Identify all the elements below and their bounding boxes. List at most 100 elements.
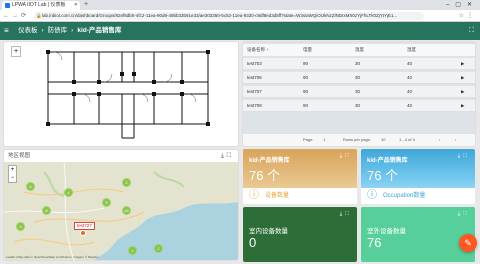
- device-table-widget: 设备名称 ↑ 电量 温度 湿度 test703 90 30 40 ▶ test7…: [243, 42, 475, 146]
- breadcrumb-item[interactable]: 仪表板: [18, 27, 38, 34]
- marker-label: test727: [74, 222, 95, 230]
- breadcrumb: 仪表板 › 防债库 › kid-产品销售库: [18, 22, 121, 40]
- page-range: 1 - 4 of 4: [399, 137, 415, 142]
- outdoor-devices-card[interactable]: ⤓⛶ 室外设备数量 76: [361, 207, 475, 262]
- cell-temp: 30: [355, 89, 361, 94]
- table-row[interactable]: test703 90 30 40 ▶: [243, 58, 475, 70]
- map-marker-icon[interactable]: [80, 230, 86, 236]
- map-cluster[interactable]: 4: [128, 246, 137, 255]
- breadcrumb-separator-icon: ›: [71, 27, 74, 34]
- map-cluster[interactable]: 16: [122, 206, 131, 215]
- browser-tab-strip: LPWA IIOT Lab | 仪表板 ✕ + –▢✕: [0, 0, 480, 10]
- tab-title: LPWA IIOT Lab | 仪表板: [12, 2, 66, 8]
- table-header: 设备名称 ↑ 电量 温度 湿度: [243, 44, 475, 56]
- map-widget-actions[interactable]: ⤓⛶: [221, 150, 234, 162]
- app-header: ≡ 仪表板 › 防债库 › kid-产品销售库 ⛶: [0, 22, 480, 40]
- card-value: 0: [249, 235, 257, 250]
- map-cluster[interactable]: 2: [154, 244, 163, 253]
- row-arrow-icon[interactable]: ▶: [461, 72, 464, 84]
- column-header[interactable]: 温度: [355, 44, 364, 56]
- cell-temp: 30: [355, 61, 361, 66]
- occupation-count-card[interactable]: kid-产品销售库 ⤓⛶ 76 个 ⓘ Occupation数量: [361, 149, 475, 204]
- info-icon: ⓘ: [249, 190, 259, 201]
- breadcrumb-current: kid-产品销售库: [77, 27, 122, 34]
- window-controls[interactable]: –▢✕: [446, 0, 478, 10]
- map-cluster[interactable]: 8: [42, 206, 51, 215]
- cell-name: test703: [247, 61, 262, 66]
- map-cluster[interactable]: 9: [102, 198, 111, 207]
- breadcrumb-separator-icon: ›: [41, 27, 44, 34]
- map-view[interactable]: + − 2 6 4 9 8 16 3 2 4 test727 Leaflet | …: [4, 162, 238, 260]
- cell-name: test708: [247, 103, 262, 108]
- floor-plan-widget: +: [4, 42, 238, 146]
- card-actions[interactable]: ⤓⛶: [458, 153, 470, 160]
- cell-humidity: 40: [407, 61, 413, 66]
- fullscreen-icon[interactable]: ⛶: [469, 22, 474, 40]
- table-row[interactable]: test707 90 30 40 ▶: [243, 86, 475, 98]
- map-header: 地区视图 ⤓⛶: [4, 150, 238, 162]
- column-header[interactable]: 电量: [303, 44, 312, 56]
- card-footer: ⓘ Occupation数量: [361, 188, 475, 204]
- column-header[interactable]: 设备名称 ↑: [247, 44, 269, 56]
- map-tiles: [4, 162, 238, 260]
- pencil-icon: ✎: [464, 238, 472, 248]
- map-title: 地区视图: [8, 153, 31, 159]
- cell-humidity: 40: [407, 75, 413, 80]
- breadcrumb-item[interactable]: 防债库: [48, 27, 68, 34]
- browser-tab[interactable]: LPWA IIOT Lab | 仪表板 ✕: [2, 1, 80, 10]
- card-title: 室内设备数量: [249, 228, 288, 235]
- device-count-card[interactable]: kid-产品销售库 ⤓⛶ 76 个 ⓘ 设备数量: [243, 149, 357, 204]
- cell-power: 90: [303, 89, 309, 94]
- card-title: 室外设备数量: [367, 228, 406, 235]
- card-title: kid-产品销售库: [249, 158, 290, 164]
- page-label: Page:: [303, 137, 314, 142]
- card-value: 76 个: [249, 168, 281, 183]
- nav-buttons[interactable]: ←→⟳: [3, 10, 29, 22]
- lock-icon: 🔒: [36, 13, 42, 18]
- row-arrow-icon[interactable]: ▶: [461, 86, 464, 98]
- map-cluster[interactable]: 2: [122, 178, 131, 187]
- rows-per-page-label: Rows per page:: [343, 137, 372, 142]
- next-page-icon[interactable]: ›: [455, 134, 456, 146]
- table-row[interactable]: test708 90 30 40 ▶: [243, 100, 475, 112]
- prev-page-icon[interactable]: ‹: [439, 134, 440, 146]
- row-arrow-icon[interactable]: ▶: [461, 58, 464, 70]
- floor-plan-drawing: [46, 50, 210, 139]
- indoor-devices-card[interactable]: ⤓⛶ 室内设备数量 0: [243, 207, 357, 262]
- row-arrow-icon[interactable]: ▶: [461, 100, 464, 112]
- url-text: lab.inbiot.com.cn/dashboard/Groups/82ef8…: [42, 13, 398, 18]
- browser-toolbar-icons[interactable]: ☆⋮: [459, 10, 476, 22]
- address-bar-row: ←→⟳ 🔒 lab.inbiot.com.cn/dashboard/Groups…: [0, 10, 480, 22]
- map-zoom-control[interactable]: + −: [8, 165, 17, 183]
- card-value: 76 个: [367, 168, 399, 183]
- close-tab-icon[interactable]: ✕: [74, 1, 78, 10]
- card-footer-label: Occupation数量: [383, 193, 426, 199]
- edit-fab-button[interactable]: ✎: [459, 234, 477, 252]
- card-actions[interactable]: ⤓⛶: [340, 211, 352, 218]
- table-row[interactable]: test706 90 30 40 ▶: [243, 72, 475, 84]
- cell-name: test707: [247, 89, 262, 94]
- cell-name: test706: [247, 75, 262, 80]
- cell-power: 90: [303, 103, 309, 108]
- new-tab-button[interactable]: +: [84, 0, 88, 10]
- card-value: 76: [367, 235, 382, 250]
- card-actions[interactable]: ⤓⛶: [340, 153, 352, 160]
- column-header[interactable]: 湿度: [407, 44, 416, 56]
- card-footer: ⓘ 设备数量: [243, 188, 357, 204]
- page-select[interactable]: 1: [323, 134, 325, 146]
- card-title: kid-产品销售库: [367, 158, 408, 164]
- card-actions[interactable]: ⤓⛶: [458, 211, 470, 218]
- url-field[interactable]: 🔒 lab.inbiot.com.cn/dashboard/Groups/82e…: [34, 12, 424, 20]
- info-icon: ⓘ: [367, 190, 377, 201]
- menu-icon[interactable]: ≡: [4, 25, 9, 37]
- map-widget: 地区视图 ⤓⛶ + − 2 6 4 9 8 16 3 2 4 test727 Le…: [4, 150, 238, 260]
- cell-humidity: 40: [407, 89, 413, 94]
- map-attribution: Leaflet | Map data © OpenStreetMap contr…: [6, 255, 99, 259]
- map-cluster[interactable]: 4: [64, 188, 73, 197]
- map-cluster[interactable]: 6: [26, 182, 35, 191]
- rows-per-page-select[interactable]: 10: [381, 134, 385, 146]
- cell-power: 90: [303, 61, 309, 66]
- map-cluster[interactable]: 3: [16, 222, 25, 231]
- cell-temp: 30: [355, 75, 361, 80]
- card-footer-label: 设备数量: [265, 193, 290, 199]
